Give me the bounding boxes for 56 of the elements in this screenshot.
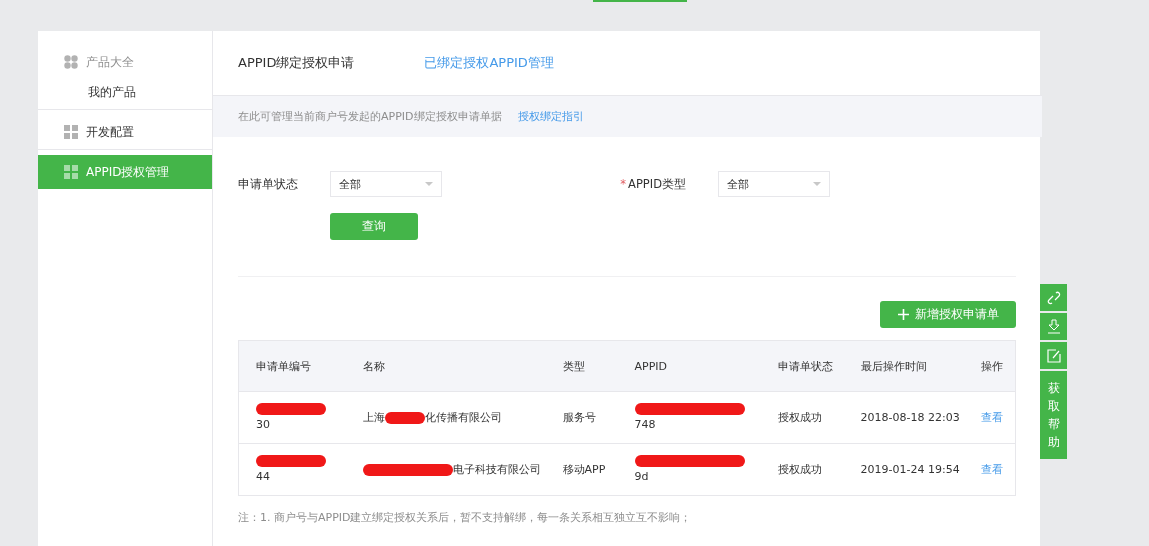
table-cell: 2019-01-24 19:54 (860, 462, 960, 476)
column-header: 申请单状态 (760, 340, 844, 392)
sidebar-item[interactable]: 产品大全 (38, 45, 212, 79)
redaction-mark (256, 453, 326, 468)
column-header: 名称 (345, 340, 546, 392)
sidebar-item[interactable]: APPID授权管理 (38, 155, 212, 189)
column-header: 最后操作时间 (843, 340, 964, 392)
edit-icon (1046, 348, 1061, 363)
table-cell: 授权成功 (777, 462, 822, 476)
guide-link[interactable]: 授权绑定指引 (517, 109, 584, 124)
filter-label: * APPID类型 (619, 176, 687, 192)
grid-icon (64, 125, 78, 139)
caret-icon (813, 182, 821, 186)
table-cell: 30 (256, 417, 270, 431)
link-button[interactable] (1040, 284, 1067, 311)
column-header: APPID (617, 340, 761, 392)
dots-icon (64, 55, 78, 69)
table-cell: 44 (256, 469, 270, 483)
caret-icon (425, 182, 433, 186)
table-cell: 748 (634, 417, 656, 431)
table-cell: 化传播有限公司 (424, 410, 502, 424)
sidebar-label: 开发配置 (86, 123, 134, 141)
download-button[interactable] (1040, 313, 1067, 340)
redaction-mark (384, 410, 425, 425)
table-cell: 移动APP (562, 462, 606, 476)
filter-dropdown[interactable]: 全部 (330, 171, 442, 197)
download-icon (1046, 319, 1061, 334)
table-cell: 电子科技有限公司 (452, 462, 541, 476)
table-cell: 上海 (362, 410, 385, 424)
add-button[interactable]: 新增授权申请单 (880, 301, 1016, 328)
edit-button[interactable] (1040, 342, 1067, 369)
filter-dropdown[interactable]: 全部 (718, 171, 830, 197)
redaction-mark (256, 401, 326, 416)
tab[interactable]: APPID绑定授权申请 (238, 54, 355, 72)
notice-text: 在此可管理当前商户号发起的APPID绑定授权申请单据 (238, 109, 502, 124)
table-cell: 2018-08-18 22:03 (860, 410, 960, 424)
sidebar-label: APPID授权管理 (86, 163, 170, 181)
view-link[interactable]: 查看 (980, 462, 1003, 476)
grid-icon (64, 165, 78, 179)
help-button[interactable]: 获取帮助 (1040, 371, 1067, 459)
plus-icon (897, 309, 909, 320)
query-button[interactable]: 查询 (330, 213, 418, 240)
sidebar-item[interactable]: 开发配置 (38, 115, 212, 150)
link-icon (1046, 290, 1061, 305)
column-header: 申请单编号 (238, 340, 346, 392)
column-header: 操作 (963, 340, 1016, 392)
tab[interactable]: 已绑定授权APPID管理 (424, 54, 554, 72)
sidebar-subitem[interactable]: 我的产品 (38, 79, 212, 110)
column-header: 类型 (545, 340, 618, 392)
footnote: 注：1. 商户号与APPID建立绑定授权关系后，暂不支持解绑，每一条关系相互独立互不影响； (238, 510, 693, 525)
filter-label: 申请单状态 (238, 176, 299, 192)
table-cell: 服务号 (562, 410, 596, 424)
view-link[interactable]: 查看 (980, 410, 1003, 424)
table-cell: 授权成功 (777, 410, 822, 424)
table-cell: 9d (634, 469, 649, 483)
sidebar-label: 产品大全 (86, 53, 134, 71)
